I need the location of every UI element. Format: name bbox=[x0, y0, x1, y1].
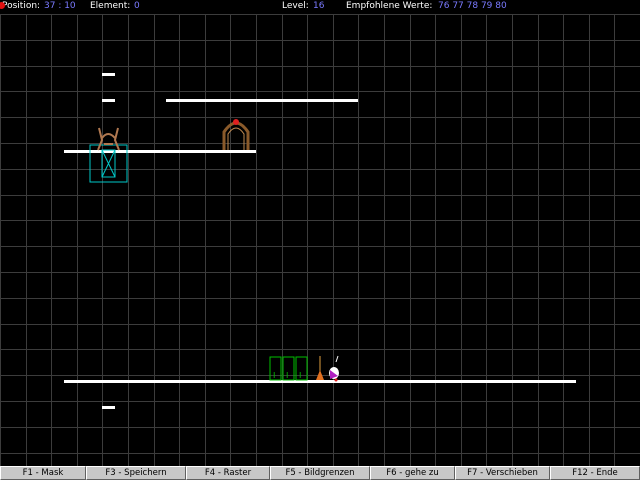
recommended-label: Empfohlene Werte: bbox=[346, 1, 433, 11]
f12-exit-button[interactable]: F12 - Ende bbox=[550, 466, 640, 480]
level-grid[interactable]: I I I bbox=[0, 0, 640, 466]
crate-glyph: I bbox=[273, 371, 275, 380]
info-bar: Position: 37 : 10 Element: 0 Level: 16 E… bbox=[0, 0, 640, 14]
crate-icon bbox=[295, 356, 308, 381]
platform-ground bbox=[64, 380, 576, 383]
element-value: 0 bbox=[134, 1, 140, 11]
platform-middle bbox=[64, 150, 256, 153]
crate-glyph: I bbox=[299, 371, 301, 380]
crate-icon bbox=[282, 356, 295, 381]
recommended-values: 76 77 78 79 80 bbox=[438, 1, 507, 11]
function-key-bar: F1 - Mask F3 - Speichern F4 - Raster F5 … bbox=[0, 466, 640, 480]
crate-glyph: I bbox=[286, 371, 288, 380]
f3-save-button[interactable]: F3 - Speichern bbox=[86, 466, 186, 480]
level-value: 16 bbox=[313, 1, 325, 11]
thorny-door-icon[interactable] bbox=[222, 119, 250, 150]
player-character-icon[interactable] bbox=[316, 355, 339, 382]
level-label: Level: bbox=[282, 1, 309, 11]
f6-goto-button[interactable]: F6 - gehe zu bbox=[370, 466, 455, 480]
f4-grid-button[interactable]: F4 - Raster bbox=[186, 466, 270, 480]
platform-upper bbox=[166, 99, 358, 102]
bat-creature-icon[interactable] bbox=[97, 127, 120, 151]
element-label: Element: bbox=[90, 1, 131, 11]
platform-short-2 bbox=[102, 99, 115, 102]
platform-short-top bbox=[102, 73, 115, 76]
crates[interactable] bbox=[269, 356, 308, 381]
platform-short-bottom bbox=[102, 406, 115, 409]
crate-icon bbox=[269, 356, 282, 381]
f7-move-button[interactable]: F7 - Verschieben bbox=[455, 466, 550, 480]
f5-image-bounds-button[interactable]: F5 - Bildgrenzen bbox=[270, 466, 370, 480]
position-value: 37 : 10 bbox=[44, 1, 76, 11]
grid-lines bbox=[0, 14, 640, 466]
f1-mask-button[interactable]: F1 - Mask bbox=[0, 466, 86, 480]
position-label: Position: bbox=[2, 1, 41, 11]
